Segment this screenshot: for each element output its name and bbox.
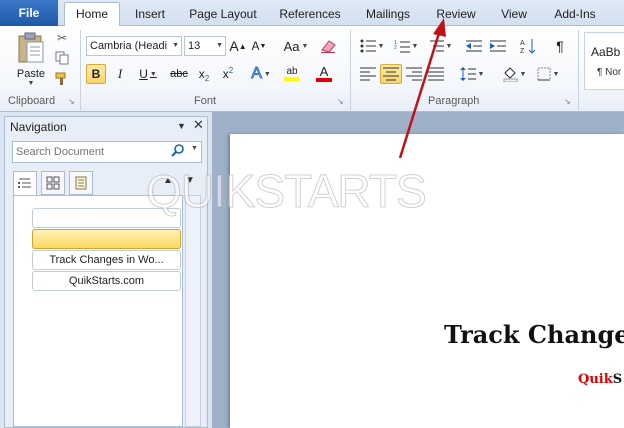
annotation-arrow xyxy=(398,18,446,159)
